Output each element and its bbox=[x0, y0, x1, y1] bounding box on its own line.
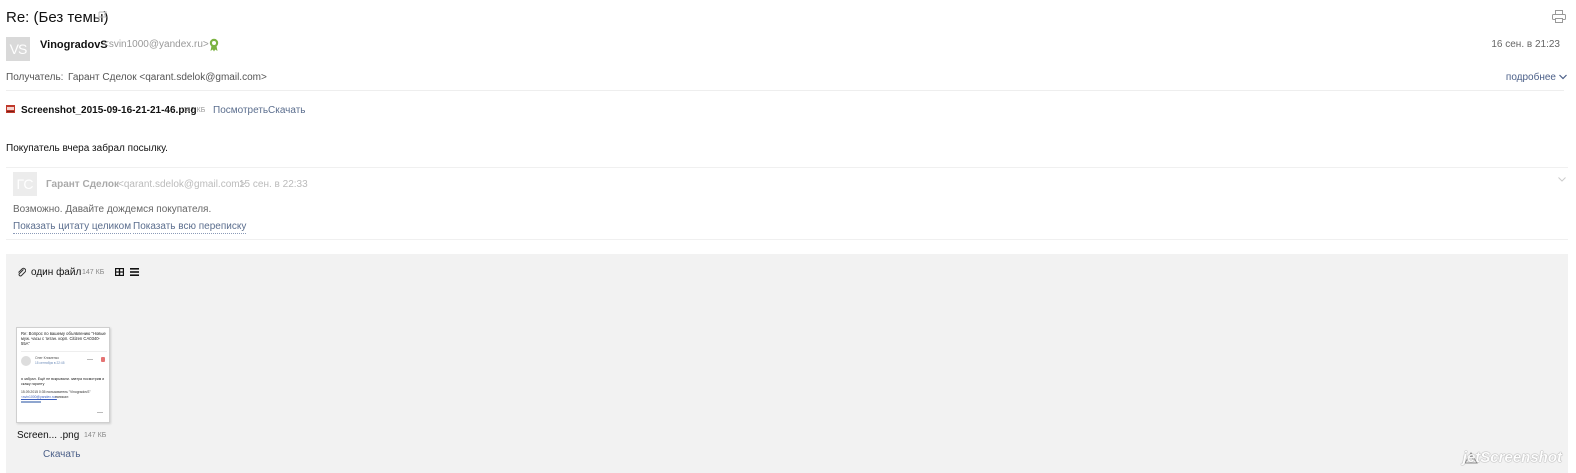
chevron-down-icon[interactable] bbox=[1559, 74, 1567, 80]
download-attachment-link[interactable]: Скачать bbox=[268, 105, 306, 116]
flag-icon[interactable] bbox=[98, 11, 108, 23]
quote-text: Возможно. Давайте дождемся покупателя. bbox=[13, 204, 212, 215]
verified-badge-icon bbox=[209, 38, 219, 52]
sender-email: <svin1000@yandex.ru> bbox=[103, 39, 209, 50]
files-panel bbox=[6, 254, 1568, 473]
quote-avatar: ГС bbox=[13, 172, 37, 196]
thumbnail-filename: Screen... .png bbox=[17, 430, 80, 441]
sender-name[interactable]: VinogradovS bbox=[40, 39, 108, 51]
quote-date: 15 сен. в 22:33 bbox=[239, 179, 308, 190]
thumb-when: 15 сентября в 22:45 bbox=[35, 361, 65, 365]
files-size: 147 КБ bbox=[82, 269, 105, 276]
view-attachment-link[interactable]: Посмотреть bbox=[213, 105, 268, 116]
details-link[interactable]: подробнее bbox=[1506, 72, 1556, 83]
quote-sender-name: Гарант Сделок bbox=[46, 179, 119, 190]
quote-sender-email: <qarant.sdelok@gmail.com> bbox=[118, 179, 246, 190]
thumb-heading: Re: Вопрос по вашему объявлению "Новые м… bbox=[21, 331, 106, 347]
thumb-quote-suffix: написал: bbox=[55, 395, 69, 399]
message-date: 16 сен. в 21:23 bbox=[1491, 39, 1560, 50]
attachment-size: 147 КБ bbox=[183, 107, 206, 114]
image-file-icon bbox=[6, 105, 15, 113]
message-body: Покупатель вчера забрал посылку. bbox=[6, 143, 168, 154]
thumb-quote-intro: 15.09.2015 0:35 пользователь "Vinogradov… bbox=[21, 390, 91, 394]
thumb-menu-dots bbox=[87, 359, 93, 360]
chevron-down-icon[interactable] bbox=[1558, 177, 1566, 182]
thumb-author: Олег Клименко bbox=[35, 356, 59, 360]
grid-view-icon[interactable] bbox=[115, 268, 124, 276]
file-thumbnail[interactable]: Re: Вопрос по вашему объявлению "Новые м… bbox=[16, 327, 110, 423]
recipient-value[interactable]: Гарант Сделок <qarant.sdelok@gmail.com> bbox=[68, 72, 267, 83]
thumbnail-download-link[interactable]: Скачать bbox=[43, 449, 81, 460]
divider bbox=[6, 90, 1564, 91]
thumb-divider bbox=[21, 351, 107, 352]
recipient-label: Получатель: bbox=[6, 72, 64, 83]
sender-avatar: VS bbox=[6, 37, 30, 61]
watermark: jetScreenshot bbox=[1462, 449, 1562, 466]
list-view-icon[interactable] bbox=[130, 268, 139, 276]
thumb-quote-line bbox=[21, 401, 41, 403]
files-title: один файл bbox=[31, 267, 82, 278]
thumb-body: я забрал. Ещё не вскрывали. завтра посмо… bbox=[21, 377, 105, 386]
thumbnail-size: 147 КБ bbox=[84, 432, 107, 439]
message-subject: Re: (Без темы) bbox=[6, 9, 109, 26]
thumb-trash-icon bbox=[101, 357, 105, 362]
print-icon[interactable] bbox=[1552, 10, 1566, 23]
thumb-footer-dots bbox=[97, 412, 103, 413]
show-full-quote-link[interactable]: Показать цитату целиком bbox=[13, 221, 132, 234]
paperclip-icon bbox=[18, 267, 26, 277]
thumb-avatar bbox=[21, 356, 31, 366]
show-thread-link[interactable]: Показать всю переписку bbox=[133, 221, 247, 234]
attachment-filename: Screenshot_2015-09-16-21-21-46.png bbox=[21, 105, 197, 116]
thumb-quote-email: <svin1000@yandex.ru> bbox=[21, 395, 57, 399]
